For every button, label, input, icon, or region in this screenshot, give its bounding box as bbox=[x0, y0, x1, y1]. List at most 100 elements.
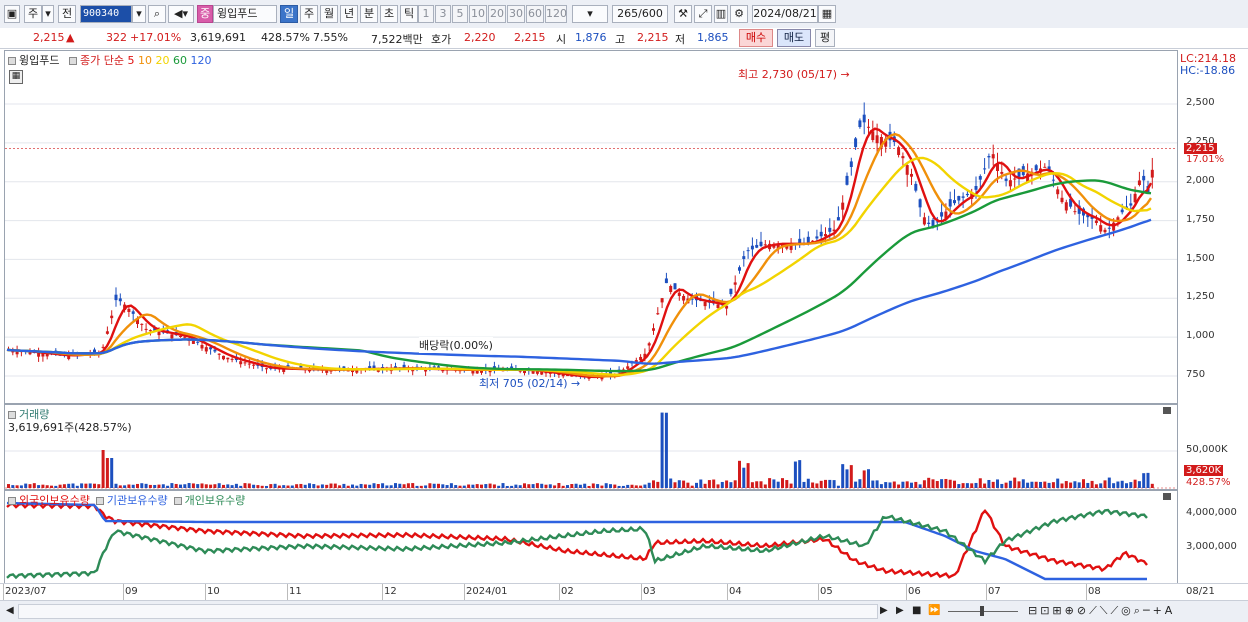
volume-bar bbox=[97, 484, 101, 488]
calendar-icon[interactable]: ▦ bbox=[818, 5, 836, 23]
window-icon[interactable]: ▣ bbox=[4, 5, 20, 23]
candle-body bbox=[991, 154, 995, 159]
volume-bar bbox=[1004, 482, 1008, 488]
volume-bar bbox=[355, 485, 359, 488]
period-tab-2[interactable]: 월 bbox=[320, 5, 338, 23]
chart-scroll-bar: ◀ ▶ ▶ ■ ⏩ ⊟⊡⊞⊕⊘⟋⟍⟋◎⌕─+A bbox=[0, 600, 1248, 622]
legend-square-icon bbox=[8, 57, 16, 65]
prev-tab[interactable]: 전 bbox=[58, 5, 76, 23]
volume-bar bbox=[505, 485, 509, 488]
candle-body bbox=[961, 196, 965, 198]
interval-tab-3[interactable]: 3 bbox=[435, 5, 451, 23]
volume-bar bbox=[729, 482, 733, 488]
close-panel-icon[interactable] bbox=[1163, 407, 1171, 414]
candle-body bbox=[871, 131, 875, 141]
volume-bar bbox=[136, 483, 139, 488]
stock-code-input[interactable]: 900340 bbox=[80, 5, 132, 23]
volume-bar bbox=[996, 479, 999, 488]
interval-tab-120[interactable]: 120 bbox=[545, 5, 567, 23]
period-tab-1[interactable]: 주 bbox=[300, 5, 318, 23]
candle-body bbox=[957, 196, 961, 201]
code-dropdown-icon[interactable]: ▾ bbox=[132, 5, 146, 23]
price-y-tick: 2,500 bbox=[1186, 97, 1215, 108]
volume-bar bbox=[1116, 481, 1120, 488]
x-axis-tick bbox=[3, 584, 4, 600]
buy-button[interactable]: 매수 bbox=[739, 29, 773, 47]
speaker-icon[interactable]: ◀▾ bbox=[168, 5, 194, 23]
volume-bar bbox=[540, 483, 544, 488]
interval-tab-1[interactable]: 1 bbox=[418, 5, 434, 23]
count-display: 265/600 bbox=[612, 5, 668, 23]
interval-tab-30[interactable]: 30 bbox=[507, 5, 525, 23]
x-axis-label: 12 bbox=[384, 586, 397, 597]
candle-body bbox=[875, 135, 879, 144]
period-tab-5[interactable]: 초 bbox=[380, 5, 398, 23]
volume-bar bbox=[867, 469, 870, 488]
x-axis-tick bbox=[382, 584, 383, 600]
date-input[interactable]: 2024/08/21 bbox=[752, 5, 818, 23]
volume-bar bbox=[415, 485, 419, 488]
period-tab-4[interactable]: 분 bbox=[360, 5, 378, 23]
save-icon[interactable]: ▥ bbox=[714, 5, 728, 23]
volume-bar bbox=[338, 485, 342, 488]
tools-icon[interactable]: ⚒ bbox=[674, 5, 692, 23]
x-axis-last-date: 08/21 bbox=[1186, 586, 1215, 597]
volume-bar bbox=[750, 482, 754, 488]
candle-body bbox=[222, 355, 225, 360]
volume-bar bbox=[673, 482, 677, 488]
candle-body bbox=[183, 336, 187, 338]
settings-icon[interactable]: ⚙ bbox=[730, 5, 748, 23]
period-tab-0[interactable]: 일 bbox=[280, 5, 298, 23]
candle-body bbox=[1004, 178, 1008, 181]
candle-body bbox=[987, 156, 991, 158]
play-icon[interactable]: ▶ bbox=[896, 605, 904, 616]
table-icon[interactable]: ▦ bbox=[9, 70, 23, 84]
period-tab-6[interactable]: 틱 bbox=[400, 5, 418, 23]
candle-body bbox=[140, 323, 144, 325]
ma-legend: 5 10 20 60 120 bbox=[127, 54, 211, 67]
search-icon[interactable]: ⌕ bbox=[148, 5, 166, 23]
scroll-left-icon[interactable]: ◀ bbox=[6, 605, 14, 616]
count-dropdown[interactable]: ▾ bbox=[572, 5, 608, 23]
holding-panel[interactable]: 외국인보유수량 기관보유수량 개인보유수량 bbox=[4, 490, 1178, 584]
volume-bar bbox=[905, 481, 909, 488]
volume-chart[interactable] bbox=[5, 405, 1177, 489]
chart-tools-icons[interactable]: ⊟⊡⊞⊕⊘⟋⟍⟋◎⌕─+A bbox=[1028, 604, 1175, 618]
volume-bar bbox=[695, 482, 698, 488]
volume-bar bbox=[462, 485, 466, 488]
zoom-icon[interactable]: ⤢ bbox=[694, 5, 712, 23]
volume-bar bbox=[187, 483, 191, 488]
volume-bar bbox=[566, 485, 569, 488]
scroll-right-icon[interactable]: ▶ bbox=[880, 605, 888, 616]
volume-bar bbox=[174, 483, 178, 488]
volume-bar bbox=[789, 483, 793, 488]
volume-bar bbox=[707, 480, 711, 488]
candle-body bbox=[806, 236, 810, 243]
period-tab-3[interactable]: 년 bbox=[340, 5, 358, 23]
volume-bar bbox=[484, 484, 488, 488]
volume-bar bbox=[437, 483, 440, 488]
price-chart[interactable] bbox=[5, 51, 1177, 403]
close-panel-icon[interactable] bbox=[1163, 493, 1171, 500]
candle-body bbox=[170, 334, 174, 339]
eval-button[interactable]: 평 bbox=[815, 29, 835, 47]
fast-forward-icon[interactable]: ⏩ bbox=[928, 605, 940, 616]
market-tab[interactable]: 주 bbox=[24, 5, 42, 23]
market-dropdown-icon[interactable]: ▾ bbox=[42, 5, 54, 23]
candle-body bbox=[660, 298, 664, 303]
interval-tab-60[interactable]: 60 bbox=[526, 5, 544, 23]
volume-bar bbox=[131, 484, 135, 488]
price-chart-panel[interactable]: 윙입푸드 종가 단순 5 10 20 60 120 ▦ 최고 2,730 (05… bbox=[4, 50, 1178, 404]
volume-tag: 3,620K bbox=[1184, 465, 1224, 476]
sell-button[interactable]: 매도 bbox=[777, 29, 811, 47]
interval-tab-5[interactable]: 5 bbox=[452, 5, 468, 23]
volume-bar bbox=[157, 484, 161, 488]
interval-tab-10[interactable]: 10 bbox=[469, 5, 487, 23]
volume-panel[interactable]: 거래량 3,619,691주(428.57%) bbox=[4, 404, 1178, 490]
scroll-track[interactable] bbox=[18, 604, 878, 619]
candle-body bbox=[854, 138, 858, 148]
stop-icon[interactable]: ■ bbox=[912, 605, 921, 616]
volume-bar bbox=[179, 484, 182, 488]
interval-tab-20[interactable]: 20 bbox=[488, 5, 506, 23]
zoom-slider-handle[interactable] bbox=[980, 606, 984, 616]
